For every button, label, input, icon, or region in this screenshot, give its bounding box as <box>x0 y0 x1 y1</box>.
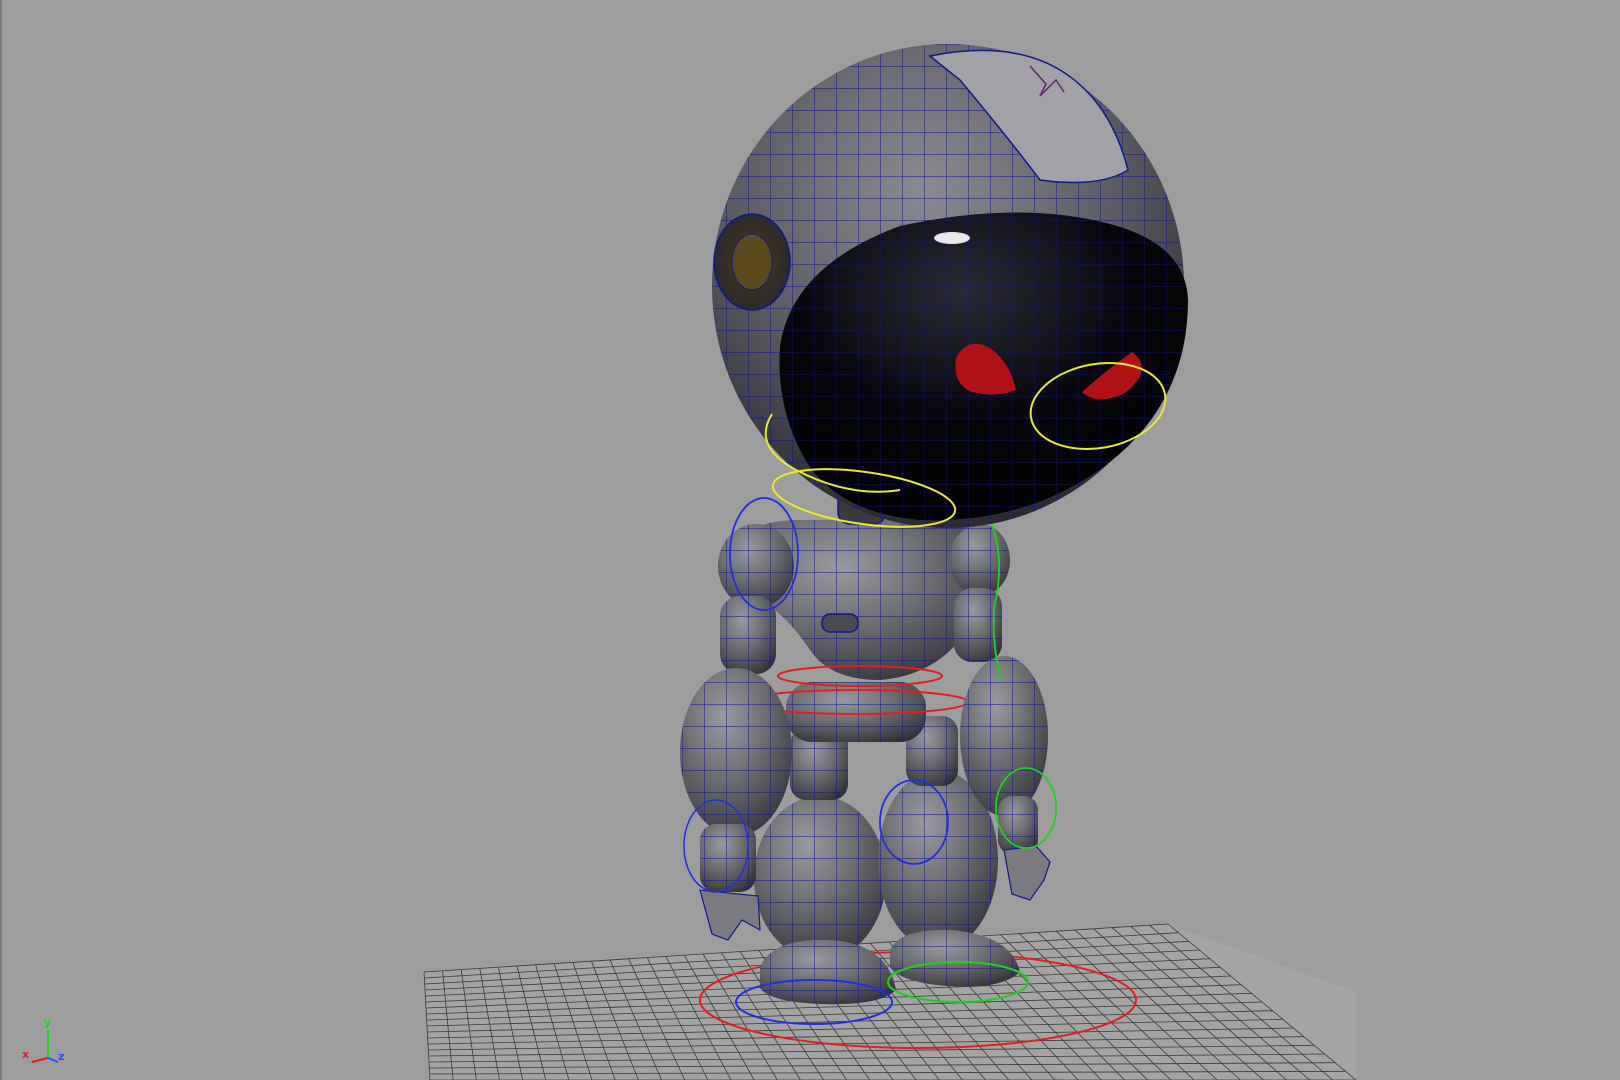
ground-grid <box>423 923 1357 1080</box>
head[interactable] <box>712 44 1188 528</box>
axis-gizmo <box>31 1030 59 1063</box>
3d-viewport[interactable]: x y z <box>0 0 1620 1080</box>
viewport-scene[interactable] <box>0 0 1620 1080</box>
axis-z-label: z <box>58 1050 65 1063</box>
axis-x-label: x <box>22 1048 30 1061</box>
axis-y-label: y <box>44 1016 52 1029</box>
